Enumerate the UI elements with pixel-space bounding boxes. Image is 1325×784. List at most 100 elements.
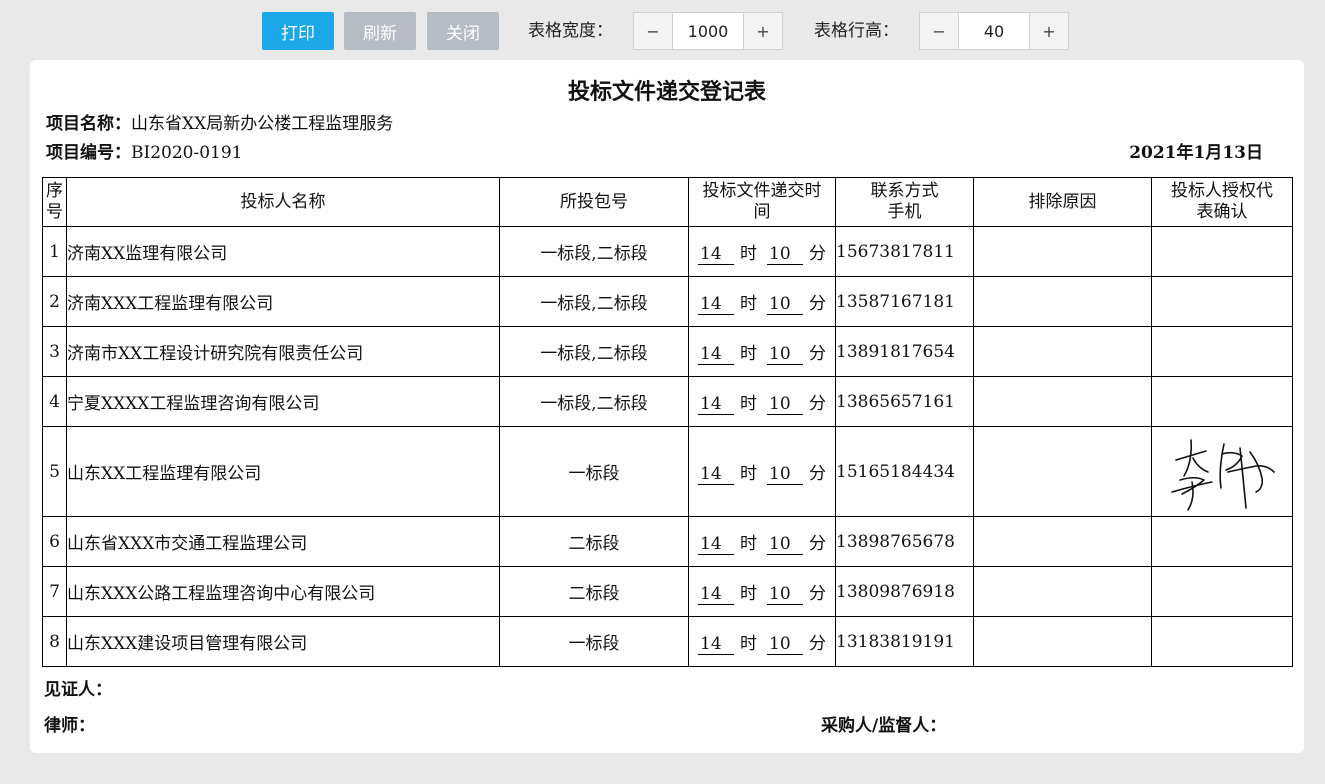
registration-table: 序号 投标人名称 所投包号 投标文件递交时间 联系方式 手机 排除原因 投标人授权… — [42, 177, 1293, 667]
row-number: 8 — [42, 616, 67, 667]
width-decrement-button[interactable]: − — [634, 13, 672, 49]
hour-unit: 时 — [740, 633, 757, 654]
exclusion-reason — [973, 616, 1152, 667]
refresh-button[interactable]: 刷新 — [344, 12, 416, 50]
representative-confirm — [1151, 426, 1293, 517]
exclusion-reason — [973, 566, 1152, 617]
bidder-name: 济南XXX工程监理有限公司 — [66, 276, 500, 327]
submission-time: 14 时 10 分 — [688, 616, 836, 667]
package: 二标段 — [499, 516, 689, 567]
bidder-name: 山东XXX建设项目管理有限公司 — [66, 616, 500, 667]
header-representative-confirm: 投标人授权代 表确认 — [1151, 177, 1293, 227]
exclusion-reason — [973, 226, 1152, 277]
hour-field: 14 — [698, 344, 734, 365]
row-height-label: 表格行高： — [814, 21, 899, 41]
package: 一标段 — [499, 616, 689, 667]
hour-field: 14 — [698, 244, 734, 265]
bidder-name: 济南XX监理有限公司 — [66, 226, 500, 277]
project-name-line: 项目名称：山东省XX局新办公楼工程监理服务 — [46, 109, 393, 134]
document-date: 2021年1月13日 — [1129, 143, 1263, 163]
bidder-name: 山东省XXX市交通工程监理公司 — [66, 516, 500, 567]
representative-confirm — [1151, 326, 1293, 377]
minute-field: 10 — [767, 534, 803, 555]
submission-time: 14 时 10 分 — [688, 376, 836, 427]
row-number: 5 — [42, 426, 67, 517]
header-no: 序号 — [42, 177, 67, 227]
hour-field: 14 — [698, 534, 734, 555]
project-name-label: 项目名称： — [46, 114, 131, 134]
table-width-label: 表格宽度： — [528, 21, 613, 41]
table-width-stepper: − + — [633, 12, 783, 50]
table-row: 3 济南市XX工程设计研究院有限责任公司 一标段,二标段 14 时 10 分 13891817… — [42, 326, 1293, 377]
minute-unit: 分 — [809, 533, 826, 554]
minute-unit: 分 — [809, 633, 826, 654]
phone: 13809876918 — [835, 566, 974, 617]
hour-field: 14 — [698, 584, 734, 605]
minute-field: 10 — [767, 344, 803, 365]
hour-field: 14 — [698, 634, 734, 655]
close-button[interactable]: 关闭 — [427, 12, 499, 50]
project-number-value: BI2020-0191 — [131, 143, 243, 163]
submission-time: 14 时 10 分 — [688, 566, 836, 617]
package: 一标段,二标段 — [499, 226, 689, 277]
minute-unit: 分 — [809, 583, 826, 604]
height-decrement-button[interactable]: − — [920, 13, 958, 49]
phone: 13587167181 — [835, 276, 974, 327]
bidder-name: 山东XXX公路工程监理咨询中心有限公司 — [66, 566, 500, 617]
table-row: 2 济南XXX工程监理有限公司 一标段,二标段 14 时 10 分 13587167181 — [42, 276, 1293, 327]
header-exclusion-reason: 排除原因 — [973, 177, 1152, 227]
row-number: 7 — [42, 566, 67, 617]
width-increment-button[interactable]: + — [744, 13, 782, 49]
exclusion-reason — [973, 376, 1152, 427]
row-height-input[interactable] — [958, 13, 1030, 49]
header-contact: 联系方式 手机 — [835, 177, 974, 227]
submission-time: 14 时 10 分 — [688, 276, 836, 327]
phone: 13891817654 — [835, 326, 974, 377]
purchaser-supervisor-label: 采购人/监督人： — [821, 716, 947, 736]
hour-unit: 时 — [740, 393, 757, 414]
minute-unit: 分 — [809, 463, 826, 484]
phone: 15673817811 — [835, 226, 974, 277]
handwritten-signature — [1171, 438, 1275, 511]
submission-time: 14 时 10 分 — [688, 326, 836, 377]
table-row: 5 山东XX工程监理有限公司 一标段 14 时 10 分 15165184434 — [42, 426, 1293, 517]
bidder-name: 济南市XX工程设计研究院有限责任公司 — [66, 326, 500, 377]
hour-unit: 时 — [740, 293, 757, 314]
representative-confirm — [1151, 226, 1293, 277]
document-page: 投标文件递交登记表 项目名称：山东省XX局新办公楼工程监理服务 项目编号：BI2… — [30, 60, 1304, 753]
toolbar: 打印 刷新 关闭 表格宽度： − + 表格行高： − + — [0, 12, 1325, 50]
row-number: 2 — [42, 276, 67, 327]
table-header-row: 序号 投标人名称 所投包号 投标文件递交时间 联系方式 手机 排除原因 投标人授权… — [42, 177, 1293, 227]
representative-confirm — [1151, 376, 1293, 427]
package: 一标段 — [499, 426, 689, 517]
hour-field: 14 — [698, 394, 734, 415]
table-row: 4 宁夏XXXX工程监理咨询有限公司 一标段,二标段 14 时 10 分 1386565716… — [42, 376, 1293, 427]
minute-field: 10 — [767, 394, 803, 415]
witness-label: 见证人： — [44, 680, 112, 700]
representative-confirm — [1151, 566, 1293, 617]
document-title: 投标文件递交登记表 — [567, 79, 766, 105]
row-number: 3 — [42, 326, 67, 377]
bidder-name: 山东XX工程监理有限公司 — [66, 426, 500, 517]
phone: 13865657161 — [835, 376, 974, 427]
phone: 15165184434 — [835, 426, 974, 517]
submission-time: 14 时 10 分 — [688, 426, 836, 517]
print-button[interactable]: 打印 — [262, 12, 334, 50]
bidder-name: 宁夏XXXX工程监理咨询有限公司 — [66, 376, 500, 427]
exclusion-reason — [973, 516, 1152, 567]
hour-unit: 时 — [740, 583, 757, 604]
hour-field: 14 — [698, 294, 734, 315]
header-submission-time: 投标文件递交时间 — [688, 177, 836, 227]
package: 一标段,二标段 — [499, 376, 689, 427]
height-increment-button[interactable]: + — [1030, 13, 1068, 49]
table-width-input[interactable] — [672, 13, 744, 49]
exclusion-reason — [973, 326, 1152, 377]
minute-field: 10 — [767, 584, 803, 605]
row-number: 4 — [42, 376, 67, 427]
table-row: 7 山东XXX公路工程监理咨询中心有限公司 二标段 14 时 10 分 13809876918 — [42, 566, 1293, 617]
minute-unit: 分 — [809, 343, 826, 364]
project-number-line: 项目编号：BI2020-0191 — [46, 138, 242, 163]
minute-field: 10 — [767, 464, 803, 485]
minute-field: 10 — [767, 244, 803, 265]
row-number: 6 — [42, 516, 67, 567]
